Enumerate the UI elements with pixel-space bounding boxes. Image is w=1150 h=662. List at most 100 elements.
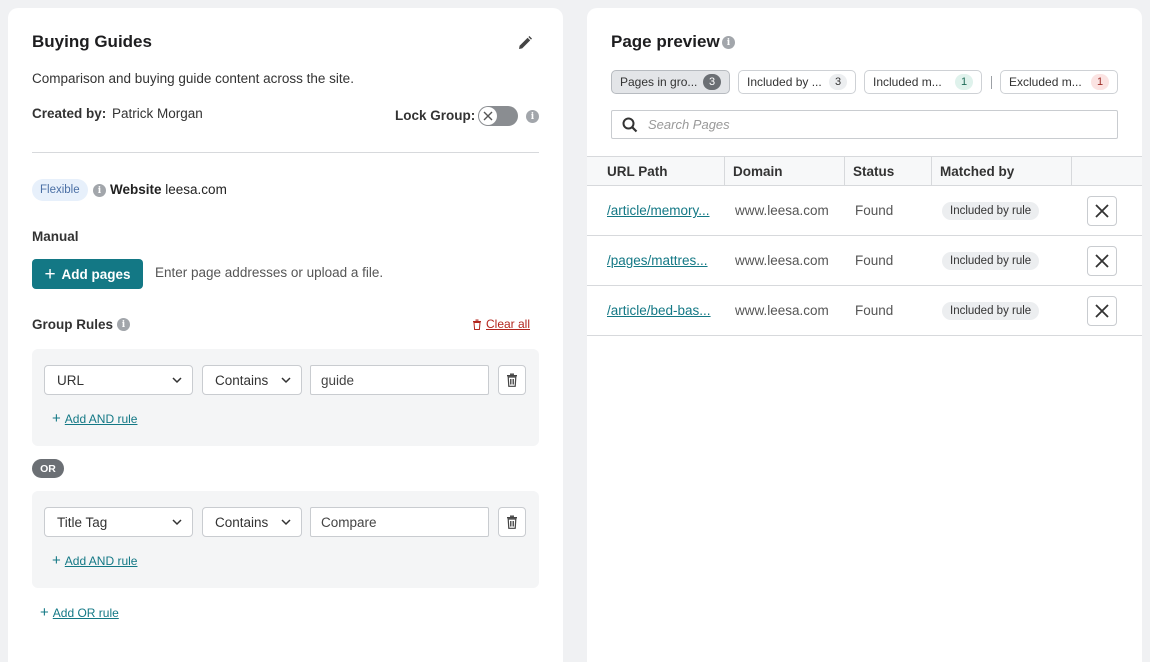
group-rules-label: Group Rules bbox=[32, 317, 114, 332]
page-preview-title: Page preview bbox=[611, 32, 720, 51]
col-matched-by[interactable]: Matched by bbox=[932, 157, 1072, 186]
filter-label: Included by ... bbox=[747, 75, 822, 89]
filter-count: 1 bbox=[955, 74, 973, 90]
delete-rule-button[interactable] bbox=[498, 507, 526, 537]
close-icon bbox=[1095, 304, 1109, 318]
or-separator: OR bbox=[32, 459, 64, 478]
add-pages-label: Add pages bbox=[61, 266, 131, 282]
add-pages-hint: Enter page addresses or upload a file. bbox=[155, 265, 384, 280]
matched-by-chip: Included by rule bbox=[942, 251, 1040, 270]
close-icon bbox=[1095, 254, 1109, 268]
url-path-link[interactable]: /article/bed-bas... bbox=[607, 303, 711, 318]
created-by-value: Patrick Morgan bbox=[112, 106, 203, 121]
add-and-rule-label: Add AND rule bbox=[64, 411, 138, 426]
filter-count: 3 bbox=[829, 74, 847, 90]
plus-icon: + bbox=[44, 263, 56, 285]
group-description: Comparison and buying guide content acro… bbox=[32, 71, 354, 86]
toggle-off-x-icon bbox=[479, 107, 497, 125]
url-path-cell[interactable]: /article/bed-bas... bbox=[607, 286, 711, 335]
website-scope: Website leesa.com bbox=[110, 182, 227, 197]
page-preview-panel: Page preview i Pages in gro... 3 Include… bbox=[587, 8, 1142, 662]
filter-label: Excluded m... bbox=[1009, 75, 1082, 89]
table-row: /pages/mattres... www.leesa.com Found In… bbox=[587, 236, 1142, 286]
rule-operator-select[interactable]: Contains bbox=[202, 507, 302, 537]
plus-icon: + bbox=[52, 552, 61, 569]
remove-row-button[interactable] bbox=[1087, 196, 1117, 226]
scope-info-icon[interactable]: i bbox=[93, 184, 106, 197]
lock-info-icon[interactable]: i bbox=[526, 110, 539, 123]
rule-group-1: URL Contains guide + Add AND rule bbox=[32, 349, 539, 446]
search-pages-input[interactable]: Search Pages bbox=[611, 110, 1118, 139]
col-url-path[interactable]: URL Path bbox=[587, 157, 725, 186]
filter-count: 3 bbox=[703, 74, 721, 90]
created-by-label: Created by: bbox=[32, 106, 107, 121]
trash-icon bbox=[473, 319, 481, 330]
add-and-rule-link[interactable]: + Add AND rule bbox=[52, 553, 137, 568]
filter-separator bbox=[991, 76, 992, 89]
url-path-link[interactable]: /pages/mattres... bbox=[607, 253, 708, 268]
chevron-down-icon bbox=[172, 519, 182, 526]
edit-pencil-icon[interactable] bbox=[516, 34, 534, 52]
filter-label: Pages in gro... bbox=[620, 75, 698, 89]
flexible-badge: Flexible bbox=[32, 179, 88, 201]
domain-cell: www.leesa.com bbox=[735, 203, 829, 218]
status-cell: Found bbox=[855, 203, 894, 218]
add-pages-button[interactable]: + Add pages bbox=[32, 259, 143, 289]
url-path-cell[interactable]: /article/memory... bbox=[607, 186, 710, 235]
domain-cell: www.leesa.com bbox=[735, 303, 829, 318]
filter-count: 1 bbox=[1091, 74, 1109, 90]
col-status[interactable]: Status bbox=[845, 157, 932, 186]
table-row: /article/bed-bas... www.leesa.com Found … bbox=[587, 286, 1142, 336]
rule-field-select[interactable]: Title Tag bbox=[44, 507, 193, 537]
rules-info-icon[interactable]: i bbox=[117, 318, 130, 331]
rule-group-2: Title Tag Contains Compare + Add AND rul… bbox=[32, 491, 539, 588]
col-domain[interactable]: Domain bbox=[725, 157, 845, 186]
chevron-down-icon bbox=[172, 377, 182, 384]
rule-field-value: URL bbox=[57, 372, 85, 388]
preview-info-icon[interactable]: i bbox=[722, 36, 735, 49]
search-placeholder: Search Pages bbox=[648, 117, 730, 132]
matched-by-chip: Included by rule bbox=[942, 201, 1040, 220]
close-icon bbox=[1095, 204, 1109, 218]
add-and-rule-link[interactable]: + Add AND rule bbox=[52, 411, 137, 426]
rule-operator-select[interactable]: Contains bbox=[202, 365, 302, 395]
matched-by-cell: Included by rule bbox=[942, 236, 1040, 285]
add-or-rule-link[interactable]: + Add OR rule bbox=[40, 605, 119, 620]
filter-included-by-rule[interactable]: Included by ... 3 bbox=[738, 70, 856, 94]
filter-pages-in-group[interactable]: Pages in gro... 3 bbox=[611, 70, 730, 94]
remove-row-button[interactable] bbox=[1087, 296, 1117, 326]
domain-cell: www.leesa.com bbox=[735, 253, 829, 268]
rule-operator-value: Contains bbox=[215, 514, 269, 530]
matched-by-chip: Included by rule bbox=[942, 301, 1040, 320]
chevron-down-icon bbox=[281, 519, 291, 526]
matched-by-cell: Included by rule bbox=[942, 286, 1040, 335]
rule-field-select[interactable]: URL bbox=[44, 365, 193, 395]
table-header: URL Path Domain Status Matched by bbox=[587, 156, 1142, 186]
url-path-cell[interactable]: /pages/mattres... bbox=[607, 236, 708, 285]
divider bbox=[32, 152, 539, 153]
status-cell: Found bbox=[855, 303, 894, 318]
plus-icon: + bbox=[40, 604, 49, 621]
filter-included-manually[interactable]: Included m... 1 bbox=[864, 70, 982, 94]
chevron-down-icon bbox=[281, 377, 291, 384]
preview-table: URL Path Domain Status Matched by /artic… bbox=[587, 156, 1142, 336]
filter-excluded-manually[interactable]: Excluded m... 1 bbox=[1000, 70, 1118, 94]
clear-all-label: Clear all bbox=[486, 317, 531, 331]
rule-value-input[interactable]: Compare bbox=[310, 507, 489, 537]
filter-label: Included m... bbox=[873, 75, 942, 89]
add-or-rule-label: Add OR rule bbox=[52, 605, 119, 620]
matched-by-cell: Included by rule bbox=[942, 186, 1040, 235]
lock-group-toggle[interactable] bbox=[478, 106, 518, 126]
rule-field-value: Title Tag bbox=[57, 514, 108, 530]
website-label: Website bbox=[110, 182, 162, 197]
add-and-rule-label: Add AND rule bbox=[64, 553, 138, 568]
table-row: /article/memory... www.leesa.com Found I… bbox=[587, 186, 1142, 236]
lock-group-label: Lock Group: bbox=[395, 108, 476, 123]
search-icon bbox=[622, 117, 638, 132]
remove-row-button[interactable] bbox=[1087, 246, 1117, 276]
group-editor-panel: Buying Guides Comparison and buying guid… bbox=[8, 8, 563, 662]
rule-value-input[interactable]: guide bbox=[310, 365, 489, 395]
clear-all-link[interactable]: Clear all bbox=[472, 317, 530, 331]
delete-rule-button[interactable] bbox=[498, 365, 526, 395]
url-path-link[interactable]: /article/memory... bbox=[607, 203, 710, 218]
